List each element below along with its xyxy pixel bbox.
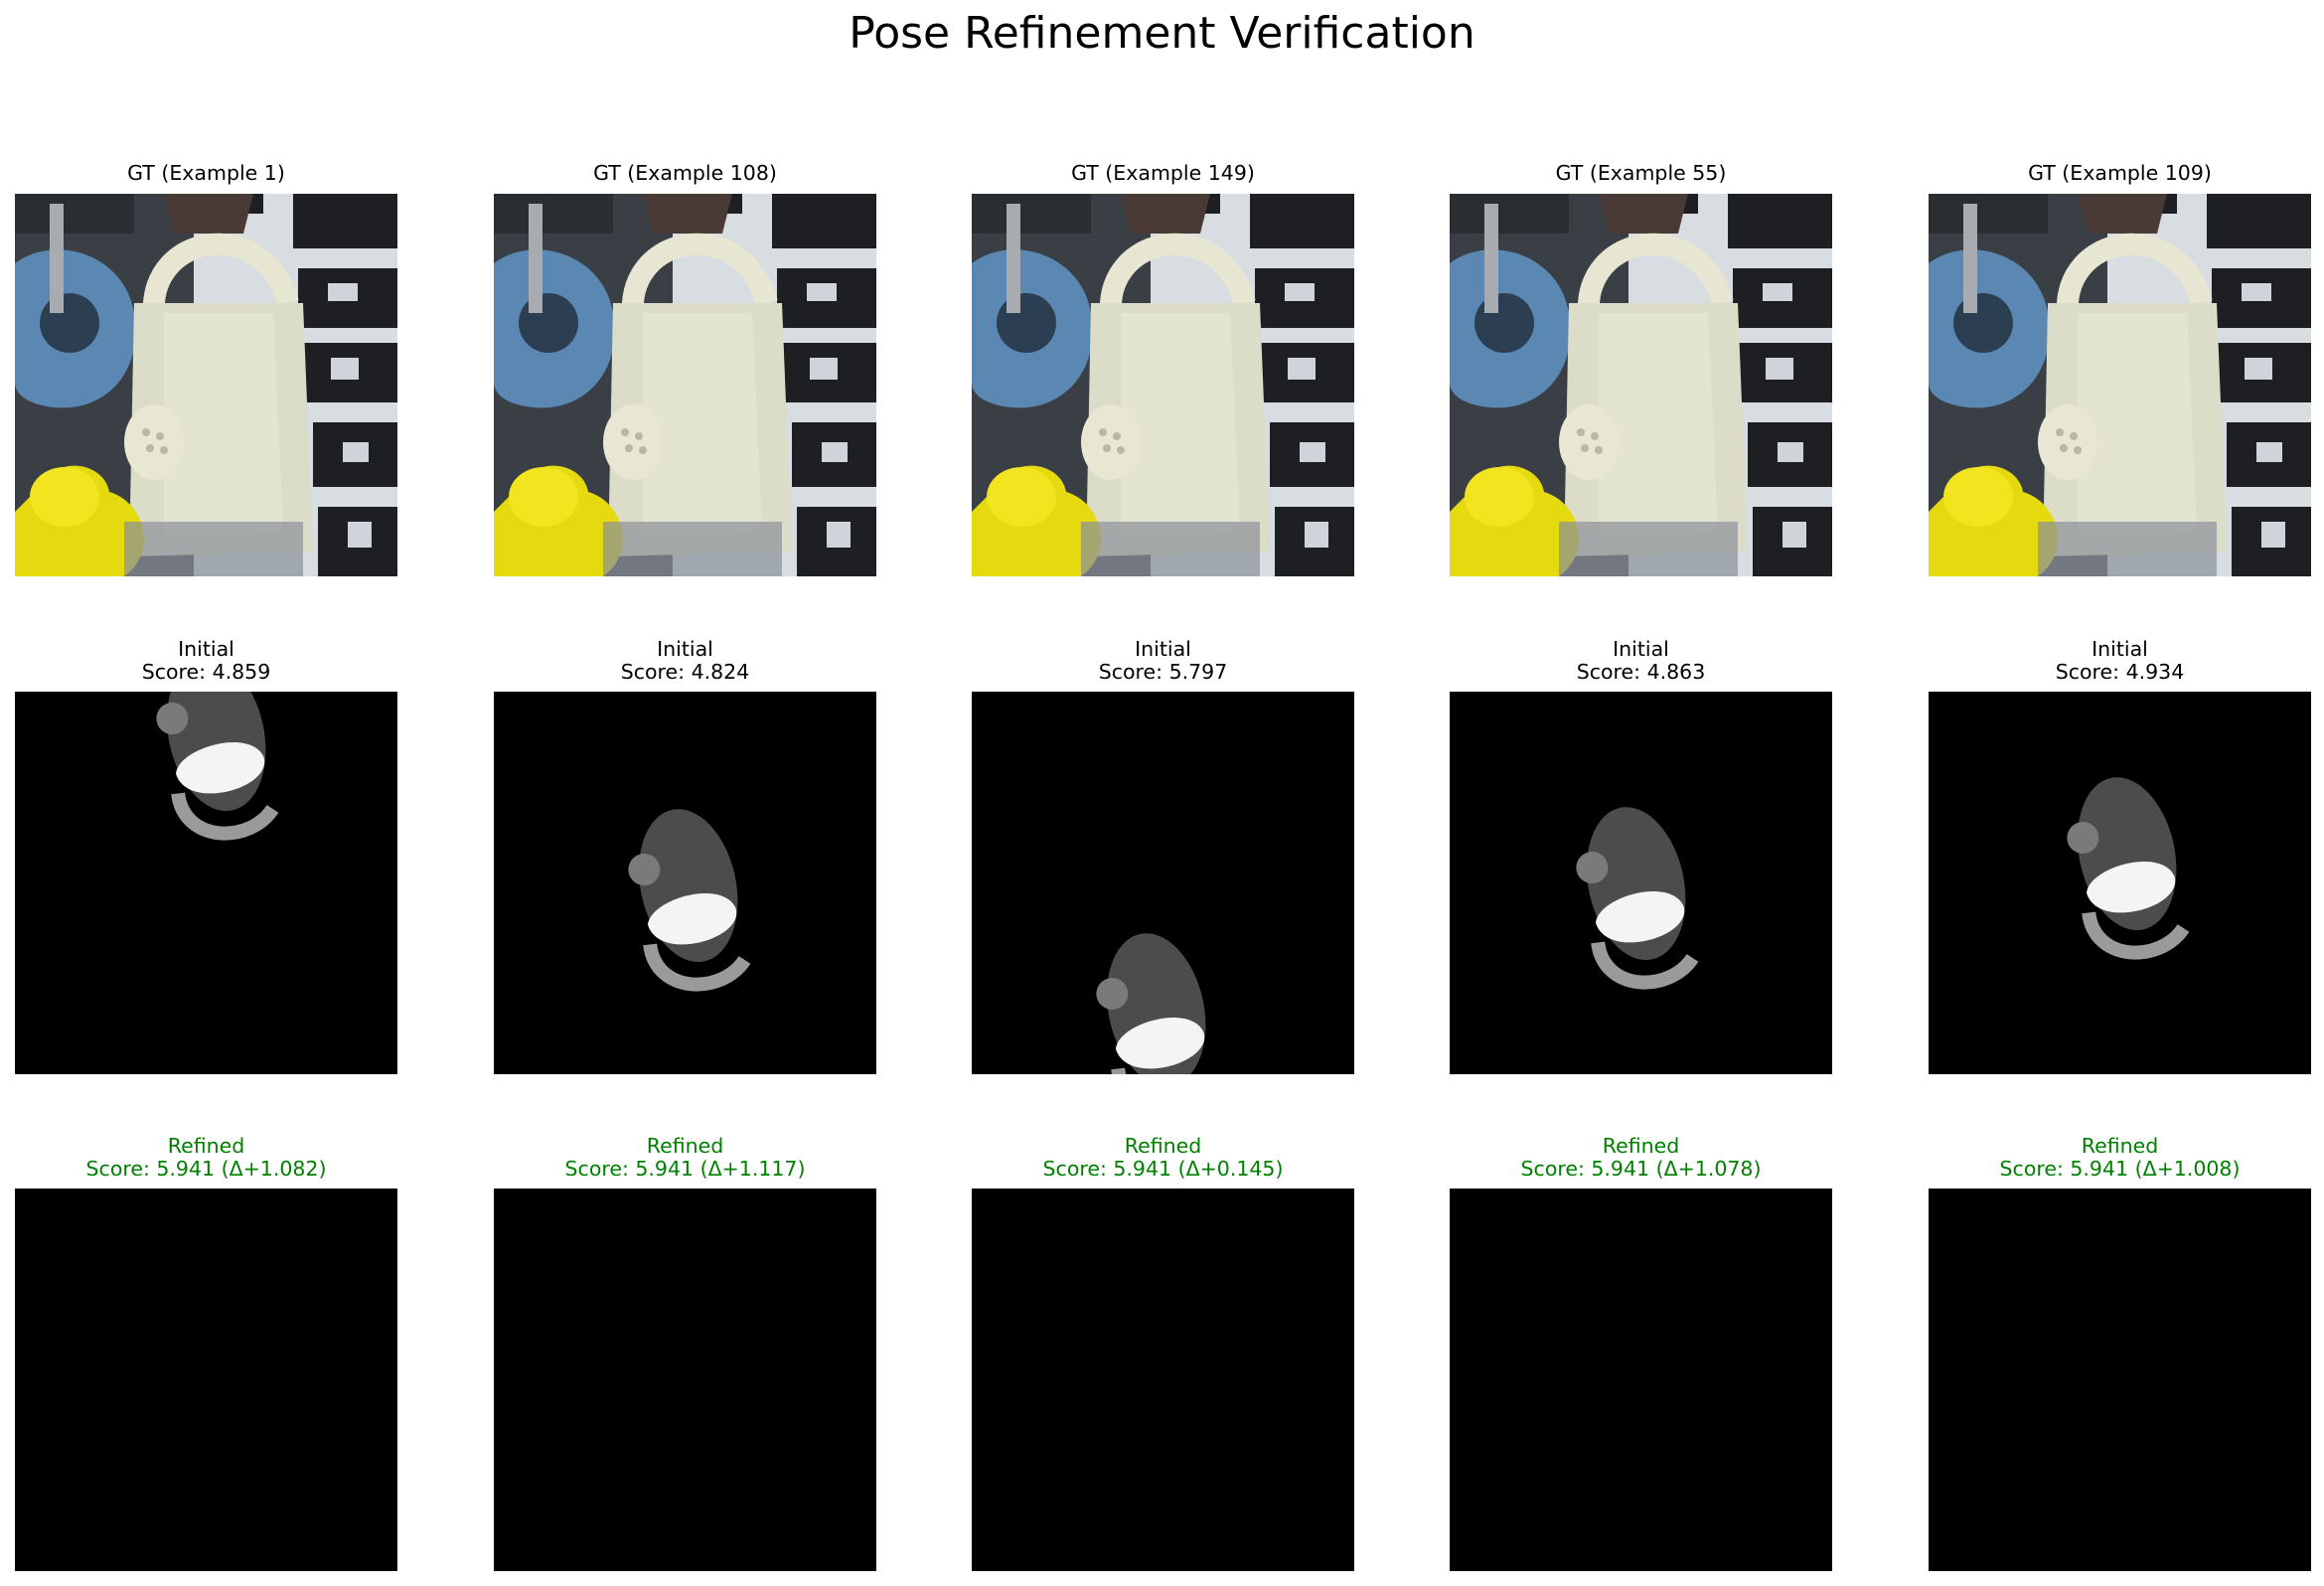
refined-caption-title: Refined — [646, 1134, 724, 1158]
refined-score: Score: 5.941 (Δ+0.145) — [1042, 1157, 1284, 1181]
initial-render-image — [972, 692, 1354, 1074]
refined-caption-title: Refined — [1602, 1134, 1680, 1158]
refined-render-image — [972, 1189, 1354, 1571]
initial-caption-title: Initial — [1613, 637, 1669, 661]
initial-score: Score: 4.934 — [2055, 660, 2185, 684]
gt-image — [15, 194, 397, 576]
refined-render-image — [1450, 1189, 1832, 1571]
initial-render-image — [1929, 692, 2311, 1074]
gt-caption: GT (Example 55) — [1555, 161, 1727, 185]
refined-caption-title: Refined — [2081, 1134, 2159, 1158]
refined-render-image — [494, 1189, 876, 1571]
refined-caption-title: Refined — [167, 1134, 245, 1158]
gt-caption: GT (Example 108) — [593, 161, 777, 185]
refined-score: Score: 5.941 (Δ+1.078) — [1520, 1157, 1762, 1181]
initial-caption-title: Initial — [178, 637, 234, 661]
refined-render-image — [1929, 1189, 2311, 1571]
gt-caption: GT (Example 149) — [1071, 161, 1255, 185]
refined-render-image — [15, 1189, 397, 1571]
gt-image — [494, 194, 876, 576]
initial-score: Score: 4.824 — [620, 660, 750, 684]
gt-caption: GT (Example 1) — [127, 161, 285, 185]
initial-render-image — [15, 692, 397, 1074]
initial-render-image — [1450, 692, 1832, 1074]
refined-score: Score: 5.941 (Δ+1.082) — [85, 1157, 327, 1181]
initial-caption-title: Initial — [657, 637, 713, 661]
refined-caption-title: Refined — [1124, 1134, 1202, 1158]
refined-score: Score: 5.941 (Δ+1.008) — [1999, 1157, 2241, 1181]
gt-image — [1450, 194, 1832, 576]
gt-caption: GT (Example 109) — [2028, 161, 2212, 185]
initial-caption-title: Initial — [2092, 637, 2148, 661]
initial-score: Score: 4.859 — [141, 660, 271, 684]
figure-grid: GT (Example 1) Initial Score: 4.859 Refined… — [0, 0, 2324, 1586]
gt-image — [972, 194, 1354, 576]
initial-score: Score: 4.863 — [1576, 660, 1706, 684]
initial-caption-title: Initial — [1135, 637, 1191, 661]
refined-score: Score: 5.941 (Δ+1.117) — [564, 1157, 806, 1181]
initial-render-image — [494, 692, 876, 1074]
gt-image — [1929, 194, 2311, 576]
initial-score: Score: 5.797 — [1098, 660, 1228, 684]
